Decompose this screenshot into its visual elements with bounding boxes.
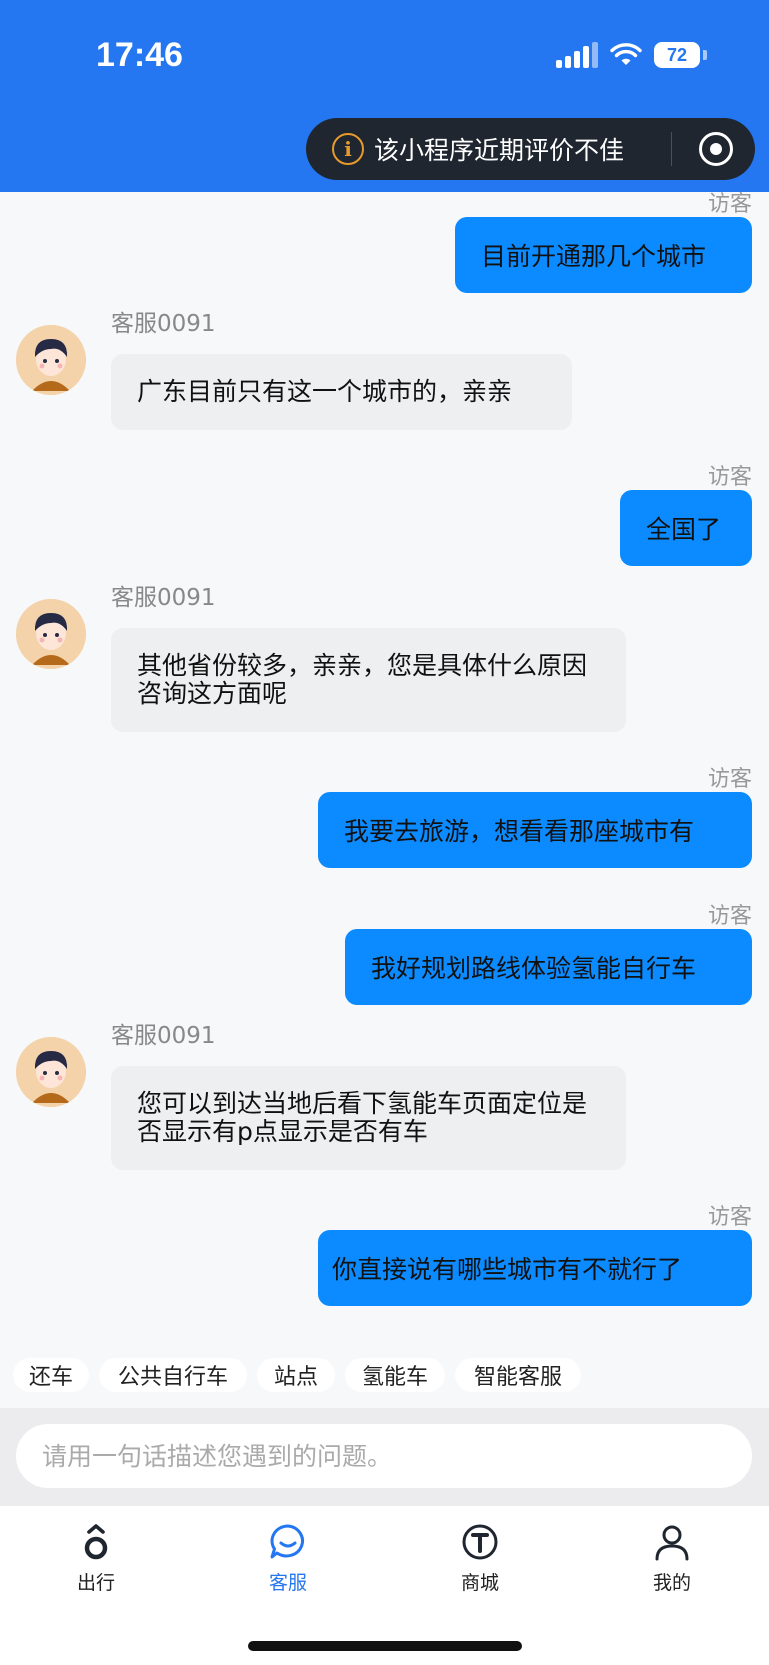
header-bar: 17:46 72 石 i 该小程序近期评价不佳 xyxy=(0,0,769,192)
notice-text: 该小程序近期评价不佳 xyxy=(374,136,625,165)
status-time: 17:46 xyxy=(96,36,183,74)
visitor-message-bubble: 目前开通那几个城市 xyxy=(455,217,752,293)
agent-avatar-icon xyxy=(16,1037,86,1107)
battery-icon: 72 xyxy=(654,42,700,68)
ride-icon xyxy=(84,1524,108,1560)
agent-message-bubble: 其他省份较多，亲亲，您是具体什么原因咨询这方面呢 xyxy=(111,628,626,732)
battery-level: 72 xyxy=(666,44,688,65)
shop-icon xyxy=(462,1524,498,1560)
visitor-message-bubble: 全国了 xyxy=(620,490,752,566)
visitor-message-bubble: 我要去旅游，想看看那座城市有 xyxy=(318,792,752,868)
profile-icon xyxy=(655,1525,689,1561)
quick-reply-chip[interactable]: 氢能车 xyxy=(345,1358,445,1392)
agent-name: 客服0091 xyxy=(111,311,216,337)
visitor-label: 访客 xyxy=(707,767,752,792)
tab-label: 客服 xyxy=(268,1572,307,1594)
battery-tip xyxy=(703,50,707,60)
quick-reply-chip[interactable]: 公共自行车 xyxy=(99,1358,247,1392)
agent-avatar-icon xyxy=(16,599,86,669)
cellular-signal-icon xyxy=(556,42,598,68)
tab-ride[interactable]: 出行 xyxy=(36,1522,156,1595)
agent-message-bubble: 广东目前只有这一个城市的，亲亲 xyxy=(111,354,572,430)
agent-message-bubble: 您可以到达当地后看下氢能车页面定位是否显示有p点显示是否有车 xyxy=(111,1066,626,1170)
status-icons: 72 xyxy=(556,42,707,68)
chat-message-list[interactable]: 访客 目前开通那几个城市 客服0091 广东目前只有这一个城市的，亲亲 访客 全… xyxy=(0,192,769,1338)
chat-icon xyxy=(270,1524,304,1559)
visitor-label: 访客 xyxy=(707,904,752,929)
message-input[interactable] xyxy=(16,1424,752,1488)
visitor-message-bubble: 我好规划路线体验氢能自行车 xyxy=(345,929,752,1005)
tab-label: 我的 xyxy=(652,1572,691,1594)
agent-name: 客服0091 xyxy=(111,585,216,611)
close-miniprogram-icon[interactable] xyxy=(699,132,733,166)
tab-shop[interactable]: 商城 xyxy=(420,1522,540,1595)
visitor-message-bubble: 你直接说有哪些城市有不就行了 xyxy=(318,1230,752,1306)
tab-label: 出行 xyxy=(76,1572,115,1594)
agent-name: 客服0091 xyxy=(111,1023,216,1049)
tab-label: 商城 xyxy=(460,1572,499,1594)
quick-reply-bar: 还车 公共自行车 站点 氢能车 智能客服 xyxy=(0,1350,769,1410)
visitor-label: 访客 xyxy=(707,192,752,217)
quick-reply-chip[interactable]: 还车 xyxy=(13,1358,89,1392)
agent-avatar xyxy=(16,325,86,395)
agent-avatar-icon xyxy=(16,325,86,395)
agent-avatar xyxy=(16,599,86,669)
quick-reply-chip[interactable]: 智能客服 xyxy=(455,1358,581,1392)
message-composer xyxy=(0,1408,769,1506)
visitor-label: 访客 xyxy=(707,1205,752,1230)
tab-customer-service[interactable]: 客服 xyxy=(228,1522,348,1595)
capsule-divider xyxy=(671,132,672,166)
quick-reply-chip[interactable]: 站点 xyxy=(257,1358,335,1392)
wifi-icon xyxy=(610,43,642,65)
agent-avatar xyxy=(16,1037,86,1107)
visitor-label: 访客 xyxy=(707,465,752,490)
tab-profile[interactable]: 我的 xyxy=(612,1522,732,1595)
home-indicator xyxy=(248,1641,522,1651)
info-icon: i xyxy=(332,133,364,165)
miniprogram-notice-capsule[interactable]: i 该小程序近期评价不佳 xyxy=(306,118,755,180)
